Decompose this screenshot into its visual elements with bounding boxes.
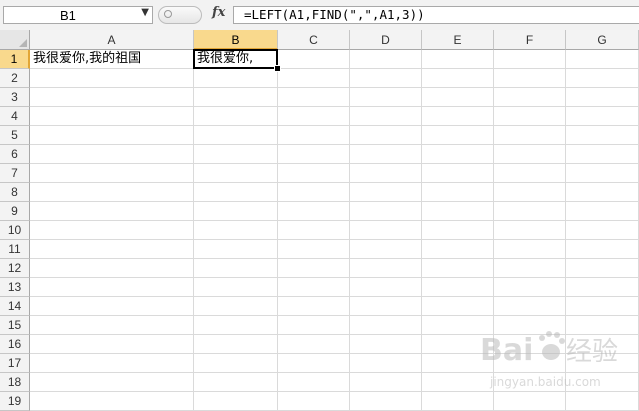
gridline-vertical	[349, 50, 350, 411]
row-header-17[interactable]: 17	[0, 354, 30, 373]
row-header-14[interactable]: 14	[0, 297, 30, 316]
row-header-19[interactable]: 19	[0, 392, 30, 411]
gridline-vertical	[421, 50, 422, 411]
row-header-9[interactable]: 9	[0, 202, 30, 221]
worksheet-grid: ABCDEFG 1 2 3 4 5 6 7 8 9 10 11 12 13 14 15 16 17 18 19 我很…	[0, 30, 639, 411]
gridline-horizontal	[30, 239, 639, 240]
row-header-6[interactable]: 6	[0, 145, 30, 164]
column-header-f[interactable]: F	[494, 30, 566, 50]
gridline-horizontal	[30, 125, 639, 126]
name-box[interactable]: B1 ▼	[3, 6, 153, 24]
gridline-vertical	[193, 50, 194, 411]
row-header-7[interactable]: 7	[0, 164, 30, 183]
active-cell-border	[193, 49, 278, 69]
gridline-horizontal	[30, 220, 639, 221]
row-header-3[interactable]: 3	[0, 88, 30, 107]
gridline-horizontal	[30, 258, 639, 259]
row-header-12[interactable]: 12	[0, 259, 30, 278]
splitter-grip-icon	[164, 10, 172, 18]
column-header-b[interactable]: B	[194, 30, 278, 50]
select-all-button[interactable]	[0, 30, 30, 50]
gridline-horizontal	[30, 372, 639, 373]
gridline-horizontal	[30, 106, 639, 107]
gridline-vertical	[493, 50, 494, 411]
row-header-18[interactable]: 18	[0, 373, 30, 392]
gridline-horizontal	[30, 296, 639, 297]
gridline-horizontal	[30, 163, 639, 164]
column-header-g[interactable]: G	[566, 30, 639, 50]
name-box-value: B1	[60, 8, 76, 23]
row-header-16[interactable]: 16	[0, 335, 30, 354]
fill-handle[interactable]	[274, 65, 281, 72]
cell-a1[interactable]: 我很爱你,我的祖国	[30, 50, 141, 68]
gridline-horizontal	[30, 334, 639, 335]
row-header-11[interactable]: 11	[0, 240, 30, 259]
row-header-2[interactable]: 2	[0, 69, 30, 88]
chevron-down-icon[interactable]: ▼	[141, 7, 149, 18]
row-header-13[interactable]: 13	[0, 278, 30, 297]
row-header-15[interactable]: 15	[0, 316, 30, 335]
column-header-e[interactable]: E	[422, 30, 494, 50]
gridline-horizontal	[30, 353, 639, 354]
gridline-horizontal	[30, 68, 639, 69]
insert-function-icon[interactable]: fx	[212, 5, 225, 20]
gridline-vertical	[277, 50, 278, 411]
gridline-horizontal	[30, 87, 639, 88]
row-header-4[interactable]: 4	[0, 107, 30, 126]
column-header-c[interactable]: C	[278, 30, 350, 50]
row-header-8[interactable]: 8	[0, 183, 30, 202]
formula-input[interactable]: =LEFT(A1,FIND(",",A1,3))	[233, 6, 639, 24]
select-all-icon	[19, 39, 27, 47]
gridline-horizontal	[30, 201, 639, 202]
column-header-d[interactable]: D	[350, 30, 422, 50]
gridline-horizontal	[30, 391, 639, 392]
gridline-horizontal	[30, 182, 639, 183]
row-header-1[interactable]: 1	[0, 50, 30, 69]
gridline-horizontal	[30, 315, 639, 316]
formula-bar-splitter[interactable]	[158, 6, 202, 24]
formula-bar: B1 ▼ fx =LEFT(A1,FIND(",",A1,3))	[0, 0, 639, 31]
gridline-horizontal	[30, 144, 639, 145]
gridline-horizontal	[30, 277, 639, 278]
column-header-a[interactable]: A	[30, 30, 194, 50]
row-header-5[interactable]: 5	[0, 126, 30, 145]
row-header-10[interactable]: 10	[0, 221, 30, 240]
gridline-vertical	[565, 50, 566, 411]
